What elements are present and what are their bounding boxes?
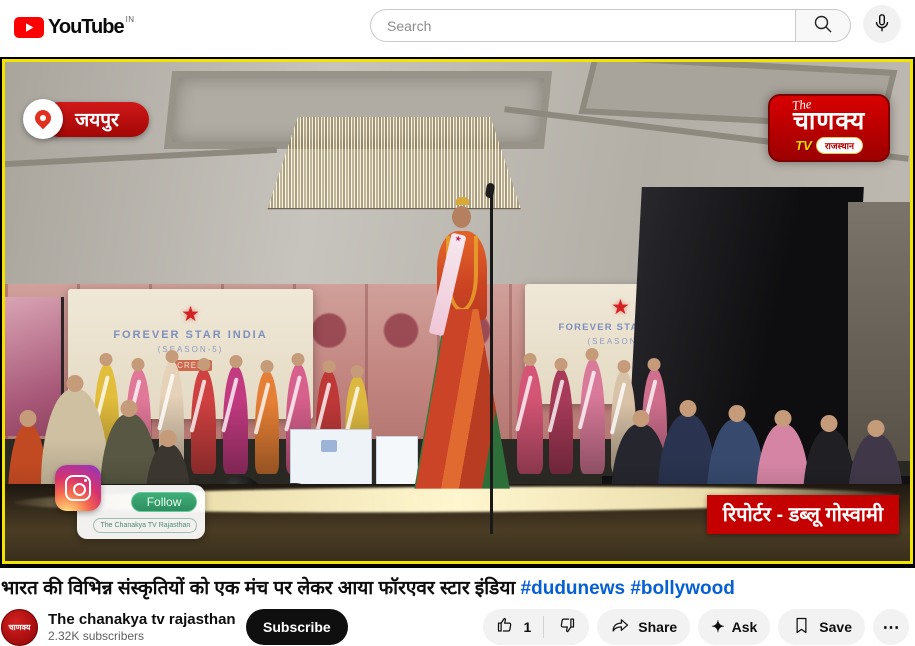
- video-actions: 1 Share ✦ Ask: [483, 609, 909, 645]
- save-button[interactable]: Save: [778, 609, 865, 645]
- youtube-play-icon: [14, 17, 44, 43]
- channel-avatar[interactable]: चाणक्य: [1, 609, 38, 646]
- contestant-figure: [191, 369, 215, 474]
- video-title: भारत की विभिन्न संस्कृतियों को एक मंच पर…: [0, 568, 915, 605]
- video-title-text: भारत की विभिन्न संस्कृतियों को एक मंच पर…: [1, 578, 515, 599]
- hashtag-link[interactable]: #bollywood: [630, 578, 735, 599]
- more-actions-button[interactable]: ⋯: [873, 609, 909, 645]
- dislike-button[interactable]: [544, 609, 589, 645]
- microphone-stand: [490, 194, 493, 533]
- logo-the: The: [791, 97, 812, 112]
- thumbs-down-icon: [556, 615, 577, 639]
- logo-region: राजस्थान: [816, 137, 863, 154]
- youtube-wordmark: YouTube: [48, 17, 124, 38]
- search-icon: [812, 13, 834, 38]
- star-icon: ★: [611, 297, 630, 318]
- logo-main: चाणक्य: [793, 109, 865, 134]
- bookmark-icon: [791, 615, 812, 639]
- contestant-figure: [255, 371, 279, 473]
- search-button[interactable]: [795, 9, 851, 42]
- star-icon: ★: [181, 304, 200, 325]
- country-code: IN: [126, 15, 135, 24]
- share-button[interactable]: Share: [597, 609, 690, 645]
- contestant-figure: [580, 359, 605, 474]
- video-frame: ★ FOREVER STAR INDIA (SEASON-5) CRED ★ F…: [2, 59, 913, 564]
- video-player[interactable]: ★ FOREVER STAR INDIA (SEASON-5) CRED ★ F…: [0, 57, 915, 568]
- channel-name[interactable]: The chanakya tv rajasthan: [48, 611, 208, 628]
- ask-button[interactable]: ✦ Ask: [698, 609, 770, 645]
- share-icon: [610, 615, 631, 639]
- logo-tv: TV: [795, 138, 812, 153]
- youtube-logo[interactable]: YouTube IN: [14, 17, 135, 43]
- ask-label: Ask: [732, 619, 758, 635]
- sparkle-icon: ✦: [711, 617, 724, 637]
- like-count: 1: [523, 619, 531, 635]
- channel-watermark-logo: The चाणक्य TV राजस्थान: [768, 94, 890, 162]
- instagram-overlay: Follow The Chanakya TV Rajasthan: [77, 485, 205, 539]
- thumbs-up-icon: [495, 615, 516, 639]
- hashtag-link[interactable]: #dudunews: [521, 578, 626, 599]
- performer: ★: [408, 184, 517, 488]
- reporter-banner: रिपोर्टर - डब्लू गोस्वामी: [707, 495, 899, 534]
- contestant-figure: [517, 364, 542, 474]
- youtube-header: YouTube IN: [0, 0, 915, 57]
- instagram-icon: [55, 465, 101, 511]
- like-dislike-pill: 1: [483, 609, 589, 645]
- location-tag: जयपुर: [23, 99, 149, 139]
- channel-row: चाणक्य The chanakya tv rajasthan 2.32K s…: [0, 605, 915, 646]
- microphone-icon: [871, 12, 893, 37]
- instagram-handle: The Chanakya TV Rajasthan: [93, 518, 197, 533]
- instagram-follow-button[interactable]: Follow: [131, 492, 198, 512]
- save-label: Save: [819, 619, 852, 635]
- voice-search-button[interactable]: [863, 5, 901, 43]
- search-input[interactable]: [370, 9, 795, 42]
- banner-title: FOREVER STAR INDIA: [113, 329, 267, 341]
- share-label: Share: [638, 619, 677, 635]
- like-button[interactable]: 1: [483, 609, 543, 645]
- subscribe-button[interactable]: Subscribe: [246, 609, 348, 645]
- subscriber-count: 2.32K subscribers: [48, 629, 208, 643]
